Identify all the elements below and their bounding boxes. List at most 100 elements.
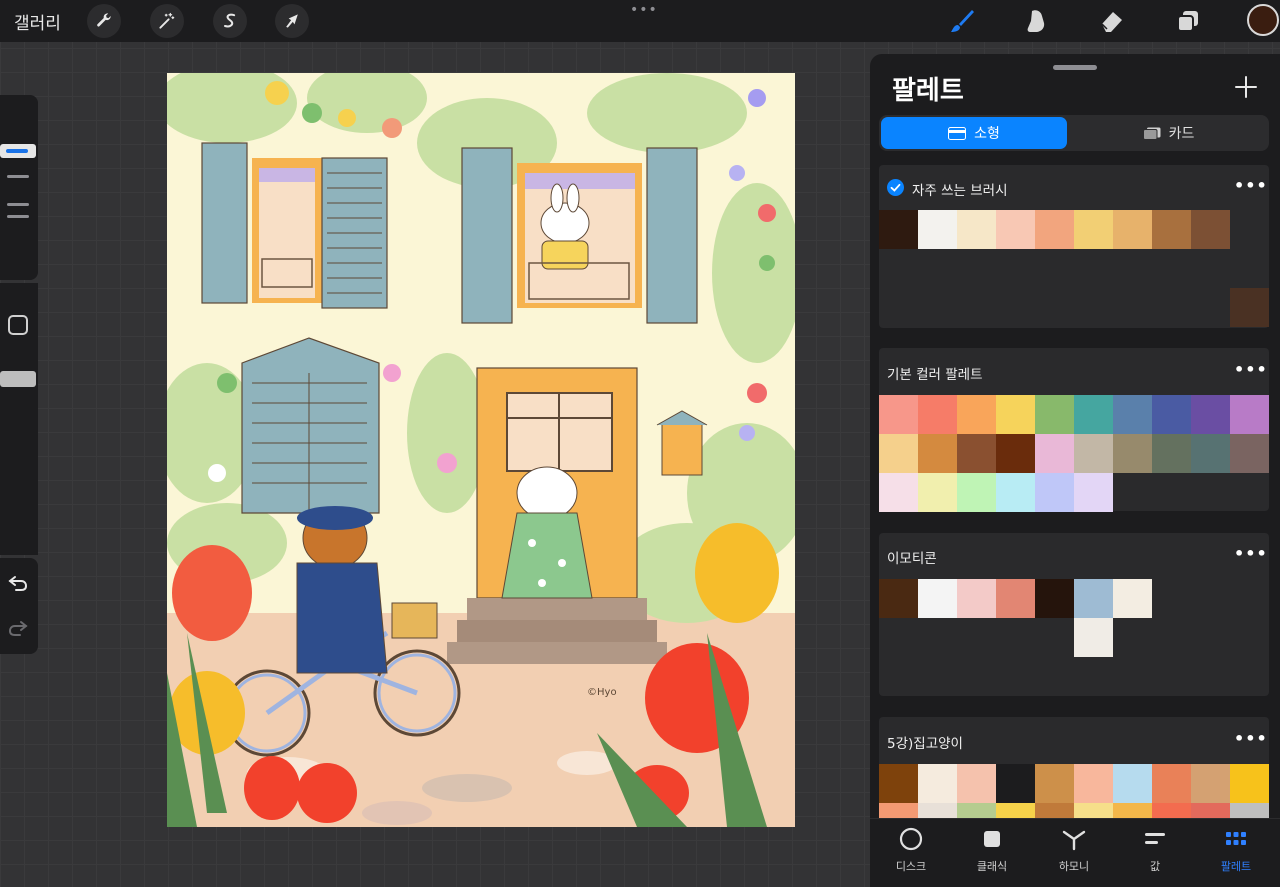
wrench-icon[interactable] (87, 4, 121, 38)
color-swatch[interactable] (879, 764, 918, 803)
color-swatch[interactable] (1152, 210, 1191, 249)
color-swatch[interactable] (1230, 764, 1269, 803)
color-swatch[interactable] (879, 395, 918, 434)
palette-more-button[interactable]: ••• (1234, 360, 1268, 379)
color-swatch[interactable] (957, 395, 996, 434)
color-swatch[interactable] (957, 434, 996, 473)
color-swatch[interactable] (996, 210, 1035, 249)
selection-s-icon[interactable] (213, 4, 247, 38)
add-palette-icon[interactable] (1233, 74, 1259, 100)
color-swatch[interactable] (918, 395, 957, 434)
smudge-icon[interactable] (1018, 4, 1054, 38)
redo-icon[interactable] (6, 615, 30, 639)
color-swatch[interactable] (918, 803, 957, 818)
color-swatch[interactable] (918, 579, 957, 618)
color-swatch[interactable] (1074, 764, 1113, 803)
color-swatch[interactable] (957, 579, 996, 618)
color-swatch[interactable] (1230, 803, 1269, 818)
opacity-thumb[interactable] (0, 371, 36, 387)
default-palette-check-icon[interactable] (887, 179, 904, 196)
color-swatch[interactable] (1152, 395, 1191, 434)
color-swatch[interactable] (1230, 395, 1269, 434)
modify-square-icon[interactable] (8, 315, 28, 335)
brush-icon[interactable] (944, 4, 980, 38)
color-swatch[interactable] (1074, 395, 1113, 434)
palette-more-button[interactable]: ••• (1234, 176, 1268, 195)
tab-classic[interactable]: 클래식 (952, 826, 1032, 874)
color-swatch[interactable] (1191, 395, 1230, 434)
magic-wand-icon[interactable] (150, 4, 184, 38)
more-menu[interactable]: ••• (630, 2, 658, 18)
canvas-artwork[interactable]: ©Hyo (167, 73, 795, 827)
palette-more-button[interactable]: ••• (1234, 729, 1268, 748)
eraser-icon[interactable] (1094, 4, 1130, 38)
gallery-button[interactable]: 갤러리 (14, 9, 61, 34)
color-swatch[interactable] (996, 764, 1035, 803)
color-swatch[interactable] (1191, 210, 1230, 249)
palette-more-button[interactable]: ••• (1234, 544, 1268, 563)
color-swatch[interactable] (918, 434, 957, 473)
color-swatch[interactable] (1074, 803, 1113, 818)
tab-cards[interactable]: 카드 (1070, 117, 1267, 149)
color-swatch[interactable] (1230, 434, 1269, 473)
color-swatch[interactable] (996, 434, 1035, 473)
color-swatch[interactable] (1113, 579, 1152, 618)
color-swatch[interactable] (996, 579, 1035, 618)
slider-tick (7, 175, 29, 178)
brush-size-slider[interactable] (0, 95, 38, 280)
swatch-grid (879, 579, 1269, 618)
color-swatch[interactable] (996, 473, 1035, 512)
tab-palettes[interactable]: 팔레트 (1196, 826, 1276, 874)
color-swatch[interactable] (879, 210, 918, 249)
color-swatch[interactable] (879, 579, 918, 618)
color-swatch[interactable] (1152, 803, 1191, 818)
color-swatch[interactable] (879, 803, 918, 818)
color-swatch[interactable] (1035, 210, 1074, 249)
color-swatch[interactable] (879, 473, 918, 512)
undo-icon[interactable] (6, 570, 30, 594)
color-swatch[interactable] (957, 764, 996, 803)
color-swatch[interactable] (918, 764, 957, 803)
value-sliders-icon (1145, 833, 1165, 844)
color-swatch[interactable] (1113, 764, 1152, 803)
color-swatch[interactable] (879, 434, 918, 473)
color-swatch[interactable] (1074, 210, 1113, 249)
disc-icon (899, 827, 923, 851)
color-swatch[interactable] (1035, 579, 1074, 618)
color-swatch[interactable] (918, 210, 957, 249)
color-swatch[interactable] (1113, 395, 1152, 434)
color-swatch[interactable] (1113, 210, 1152, 249)
color-swatch[interactable] (1113, 803, 1152, 818)
color-swatch[interactable] (957, 210, 996, 249)
layers-icon[interactable] (1170, 4, 1206, 38)
color-swatch[interactable] (1074, 579, 1113, 618)
color-swatch[interactable] (1035, 473, 1074, 512)
color-swatch[interactable] (996, 803, 1035, 818)
tab-harmony[interactable]: 하모니 (1034, 826, 1114, 874)
tab-disc[interactable]: 디스크 (871, 826, 951, 874)
brush-size-thumb[interactable] (0, 144, 36, 158)
transform-arrow-icon[interactable] (275, 4, 309, 38)
color-swatch[interactable] (1152, 434, 1191, 473)
color-swatch[interactable] (1035, 764, 1074, 803)
color-swatch[interactable] (1113, 434, 1152, 473)
tab-value[interactable]: 값 (1115, 826, 1195, 874)
color-swatch[interactable] (957, 803, 996, 818)
color-swatch[interactable] (1191, 764, 1230, 803)
color-swatch[interactable] (957, 473, 996, 512)
color-swatch[interactable] (1191, 434, 1230, 473)
tab-compact[interactable]: 소형 (881, 117, 1067, 149)
color-swatch[interactable] (996, 395, 1035, 434)
color-swatch[interactable] (1074, 618, 1113, 657)
color-swatch[interactable] (1035, 395, 1074, 434)
color-swatch[interactable] (1152, 764, 1191, 803)
color-swatch[interactable] (1191, 803, 1230, 818)
color-swatch[interactable] (1230, 288, 1269, 327)
color-swatch[interactable] (1074, 434, 1113, 473)
panel-grabber[interactable] (1053, 65, 1097, 70)
current-color-button[interactable] (1247, 4, 1279, 36)
color-swatch[interactable] (1035, 434, 1074, 473)
color-swatch[interactable] (1035, 803, 1074, 818)
color-swatch[interactable] (1074, 473, 1113, 512)
color-swatch[interactable] (918, 473, 957, 512)
